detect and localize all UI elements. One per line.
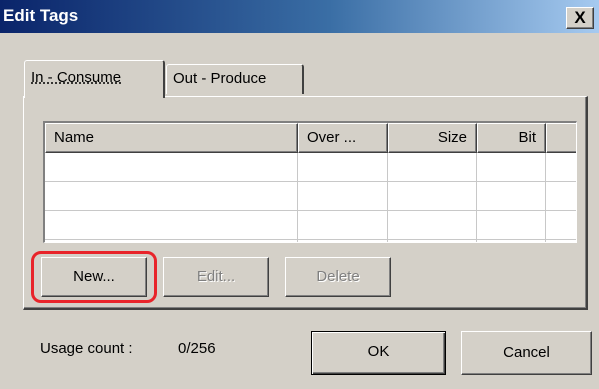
column-header-over[interactable]: Over ... <box>298 123 388 153</box>
tab-out-produce[interactable]: Out - Produce <box>166 64 304 94</box>
column-header-bit[interactable]: Bit <box>477 123 546 153</box>
column-header-name[interactable]: Name <box>45 123 298 153</box>
new-button-label: New... <box>73 268 115 285</box>
cancel-button-label: Cancel <box>503 344 550 361</box>
ok-button[interactable]: OK <box>311 331 446 375</box>
list-header: Name Over ... Size Bit <box>45 123 576 153</box>
table-row[interactable] <box>45 182 576 211</box>
ok-button-label: OK <box>367 343 390 360</box>
cancel-button[interactable]: Cancel <box>461 331 592 375</box>
tab-out-produce-label: Out - Produce <box>173 70 267 87</box>
column-divider <box>387 153 388 242</box>
tab-in-consume[interactable]: In - Consume <box>24 60 165 98</box>
edit-button-label: Edit... <box>196 268 236 285</box>
column-divider <box>476 153 477 242</box>
new-button[interactable]: New... <box>41 257 147 297</box>
window-title: Edit Tags <box>3 6 79 25</box>
column-header-size[interactable]: Size <box>388 123 477 153</box>
table-row[interactable] <box>45 211 576 240</box>
edit-button[interactable]: Edit... <box>163 257 269 297</box>
tab-in-consume-label: In - Consume <box>31 69 122 86</box>
column-header-filler <box>546 123 576 153</box>
usage-count-value: 0/256 <box>178 340 216 357</box>
tags-list-view[interactable]: Name Over ... Size Bit <box>43 121 577 243</box>
title-bar[interactable]: Edit Tags X <box>0 0 599 33</box>
usage-count-label: Usage count : <box>40 340 133 357</box>
table-row[interactable] <box>45 153 576 182</box>
delete-button[interactable]: Delete <box>285 257 391 297</box>
close-icon: X <box>574 8 586 27</box>
column-divider <box>297 153 298 242</box>
delete-button-label: Delete <box>316 268 360 285</box>
column-divider <box>545 153 546 242</box>
close-button[interactable]: X <box>566 7 594 29</box>
